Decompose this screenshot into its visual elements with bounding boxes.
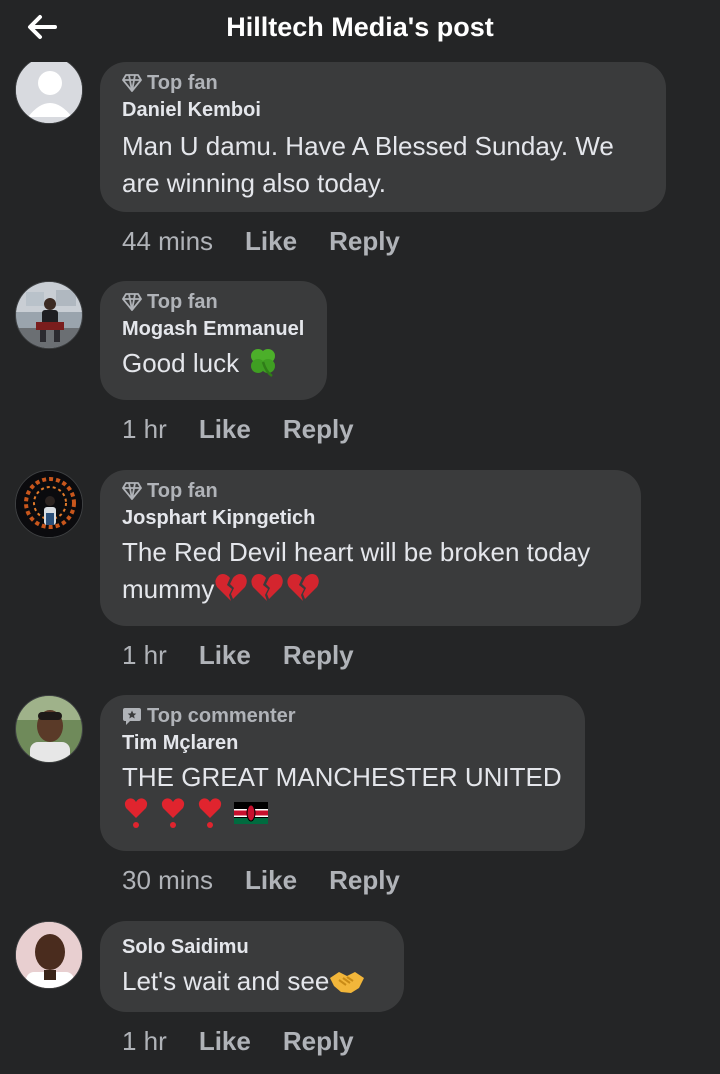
comment-actions: 1 hr Like Reply bbox=[122, 1024, 386, 1058]
comment-author[interactable]: Mogash Emmanuel bbox=[122, 315, 305, 343]
comment-time[interactable]: 30 mins bbox=[122, 865, 213, 896]
default-avatar-icon bbox=[16, 57, 82, 123]
top-commenter-badge: Top commenter bbox=[122, 703, 563, 729]
comment-actions: 1 hr Like Reply bbox=[122, 412, 386, 446]
comment-author[interactable]: Daniel Kemboi bbox=[122, 96, 644, 124]
comment-time[interactable]: 1 hr bbox=[122, 414, 167, 445]
emoji-row bbox=[122, 796, 563, 834]
like-button[interactable]: Like bbox=[245, 226, 297, 257]
avatar[interactable] bbox=[15, 470, 83, 538]
reply-button[interactable]: Reply bbox=[329, 226, 400, 257]
like-button[interactable]: Like bbox=[199, 1026, 251, 1057]
comment-bubble[interactable]: Solo Saidimu Let's wait and see bbox=[100, 921, 404, 1012]
comment-text-line2-row: mummy bbox=[122, 571, 619, 608]
comment-text: The Red Devil heart will be broken today bbox=[122, 537, 591, 567]
comment-text: mummy bbox=[122, 574, 215, 604]
comment-text-row: Good luck bbox=[122, 345, 305, 382]
diamond-icon bbox=[122, 482, 142, 500]
comment-bubble[interactable]: Top fan Daniel Kemboi Man U damu. Have A… bbox=[100, 62, 666, 212]
heart-exclamation-icon bbox=[124, 798, 268, 828]
diamond-icon bbox=[122, 74, 142, 92]
like-button[interactable]: Like bbox=[199, 414, 251, 445]
badge-label: Top fan bbox=[147, 290, 218, 313]
reply-button[interactable]: Reply bbox=[283, 640, 354, 671]
reply-button[interactable]: Reply bbox=[283, 414, 354, 445]
like-button[interactable]: Like bbox=[245, 865, 297, 896]
comment-time[interactable]: 44 mins bbox=[122, 226, 213, 257]
avatar[interactable] bbox=[15, 695, 83, 763]
comment-text: Good luck bbox=[122, 348, 240, 378]
comment-star-icon bbox=[123, 708, 141, 725]
comment-text-row: THE GREAT MANCHESTER UNITED bbox=[122, 759, 563, 834]
comment-time[interactable]: 1 hr bbox=[122, 1026, 167, 1057]
comment-actions: 30 mins Like Reply bbox=[122, 863, 432, 897]
comment-author[interactable]: Tim Mçlaren bbox=[122, 729, 563, 757]
top-fan-badge: Top fan bbox=[122, 478, 619, 504]
comment-bubble[interactable]: Top commenter Tim Mçlaren THE GREAT MANC… bbox=[100, 695, 585, 851]
badge-label: Top fan bbox=[147, 71, 218, 94]
comment-text-row: Let's wait and see bbox=[122, 963, 382, 1000]
comments-feed: Top fan Daniel Kemboi Man U damu. Have A… bbox=[0, 0, 720, 1074]
top-bar: Hilltech Media's post bbox=[0, 0, 720, 62]
diamond-icon bbox=[122, 293, 142, 311]
like-button[interactable]: Like bbox=[199, 640, 251, 671]
handshake-icon bbox=[330, 972, 365, 993]
broken-heart-icon bbox=[215, 574, 320, 601]
profile-photo bbox=[16, 282, 82, 348]
four-leaf-clover-icon bbox=[251, 349, 276, 378]
kenya-flag-icon bbox=[234, 802, 268, 824]
comment-actions: 44 mins Like Reply bbox=[122, 224, 432, 258]
comment-actions: 1 hr Like Reply bbox=[122, 638, 386, 672]
comment-text-row: The Red Devil heart will be broken today… bbox=[122, 534, 619, 608]
top-fan-badge: Top fan bbox=[122, 70, 644, 96]
comment-text: THE GREAT MANCHESTER UNITED bbox=[122, 762, 562, 792]
comment-time[interactable]: 1 hr bbox=[122, 640, 167, 671]
profile-photo bbox=[16, 471, 82, 537]
comment-author[interactable]: Josphart Kipngetich bbox=[122, 504, 619, 532]
comment-text: Man U damu. Have A Blessed Sunday. We ar… bbox=[122, 131, 614, 198]
badge-label: Top commenter bbox=[147, 704, 296, 727]
badge-label: Top fan bbox=[147, 479, 218, 502]
reply-button[interactable]: Reply bbox=[283, 1026, 354, 1057]
comment-bubble[interactable]: Top fan Mogash Emmanuel Good luck bbox=[100, 281, 327, 400]
avatar[interactable] bbox=[15, 921, 83, 989]
avatar[interactable] bbox=[15, 281, 83, 349]
profile-photo bbox=[16, 922, 82, 988]
page-title: Hilltech Media's post bbox=[226, 12, 494, 42]
reply-button[interactable]: Reply bbox=[329, 865, 400, 896]
avatar[interactable] bbox=[15, 56, 83, 124]
top-fan-badge: Top fan bbox=[122, 289, 305, 315]
profile-photo bbox=[16, 696, 82, 762]
comment-text: Let's wait and see bbox=[122, 966, 330, 996]
comment-bubble[interactable]: Top fan Josphart Kipngetich The Red Devi… bbox=[100, 470, 641, 626]
comment-author[interactable]: Solo Saidimu bbox=[122, 933, 382, 961]
